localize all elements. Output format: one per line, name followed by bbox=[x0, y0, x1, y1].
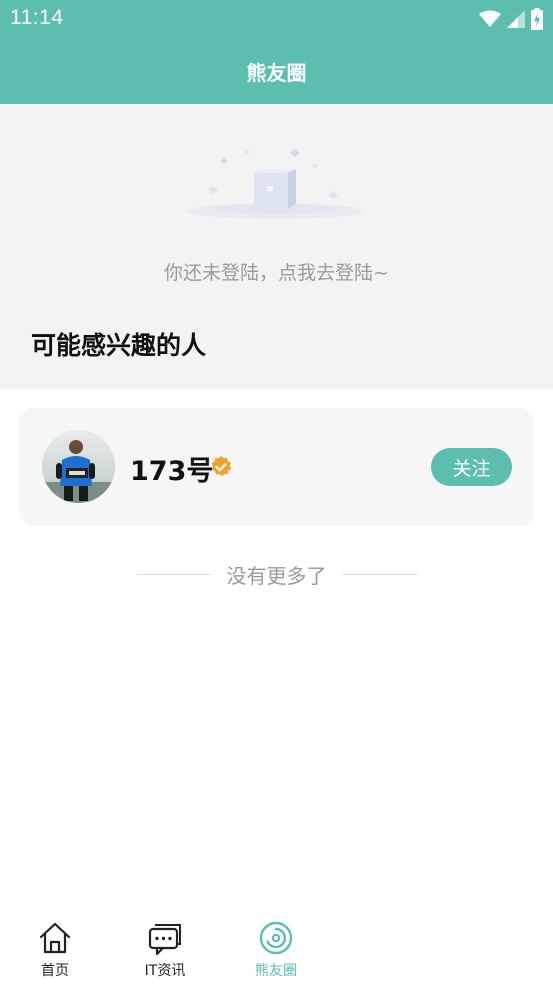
avatar-photo bbox=[42, 430, 115, 503]
app-header: 熊友圈 bbox=[0, 38, 553, 104]
status-bar: 11:14 bbox=[0, 0, 553, 38]
nav-label-home: 首页 bbox=[41, 963, 69, 979]
no-more-text: 没有更多了 bbox=[226, 564, 327, 588]
divider-line-right bbox=[342, 574, 417, 575]
status-time: 11:14 bbox=[10, 6, 64, 29]
circle-feed-icon bbox=[259, 921, 293, 955]
nav-item-it-news[interactable]: IT资讯 bbox=[115, 916, 215, 980]
chat-icon bbox=[148, 924, 181, 956]
no-more-divider: 没有更多了 bbox=[0, 560, 553, 589]
empty-state-section: 你还未登陆，点我去登陆~ 可能感兴趣的人 bbox=[0, 104, 553, 389]
battery-icon bbox=[531, 8, 543, 30]
home-icon bbox=[39, 922, 71, 954]
status-icons bbox=[479, 8, 543, 30]
nav-label-bear-circle: 熊友圈 bbox=[255, 963, 297, 979]
user-card[interactable]: 173号 关注 bbox=[19, 408, 534, 526]
nav-item-bear-circle[interactable]: 熊友圈 bbox=[226, 916, 326, 980]
screen: 11:14 熊友圈 你还未登陆，点我去登陆~ 可能感兴趣的人 173号 关注 没… bbox=[0, 0, 553, 984]
empty-box-illustration bbox=[187, 149, 363, 219]
avatar[interactable] bbox=[42, 430, 115, 503]
bottom-nav: 首页 IT资讯 熊友圈 bbox=[0, 912, 553, 984]
nav-label-it-news: IT资讯 bbox=[144, 963, 186, 979]
login-prompt-link[interactable]: 你还未登陆，点我去登陆~ bbox=[0, 258, 553, 285]
follow-button[interactable]: 关注 bbox=[431, 448, 512, 486]
nav-item-home[interactable]: 首页 bbox=[5, 916, 105, 980]
wifi-icon bbox=[479, 10, 501, 27]
user-name[interactable]: 173号 bbox=[130, 449, 213, 488]
page-title: 熊友圈 bbox=[246, 60, 307, 85]
verified-badge-icon bbox=[211, 456, 232, 477]
signal-icon bbox=[507, 10, 525, 28]
section-title: 可能感兴趣的人 bbox=[31, 331, 207, 360]
divider-line-left bbox=[136, 574, 211, 575]
